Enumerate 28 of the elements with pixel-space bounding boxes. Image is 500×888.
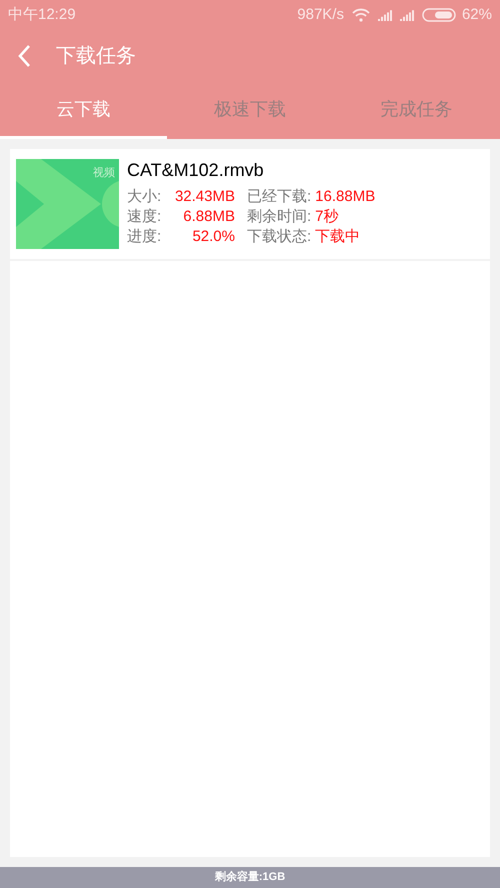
info-value: 7秒 bbox=[315, 207, 339, 227]
info-label: 进度: bbox=[127, 227, 162, 247]
task-card[interactable]: 视频 CAT&M102.rmvb 大小: 32.43MB 已经下载: 16.88MB 速度: 6.88MB 剩余时间: 7秒 进度: 52.0% 下载状态: 下载中 bbox=[10, 149, 490, 259]
back-icon bbox=[17, 44, 31, 68]
info-label: 下载状态: bbox=[247, 227, 312, 247]
status-time: 中午12:29 bbox=[8, 4, 76, 25]
info-value: 6.88MB bbox=[183, 207, 235, 227]
thumbnail-label: 视频 bbox=[93, 166, 115, 181]
signal-icon bbox=[400, 9, 416, 21]
page-title: 下载任务 bbox=[56, 44, 136, 69]
info-value: 52.0% bbox=[192, 227, 235, 247]
tab[interactable]: 完成任务 bbox=[333, 82, 500, 139]
file-name: CAT&M102.rmvb bbox=[127, 159, 265, 181]
tab[interactable]: 云下载 bbox=[0, 82, 167, 139]
remaining-capacity: 剩余容量:1GB bbox=[214, 870, 286, 886]
info-label: 已经下载: bbox=[247, 187, 312, 207]
info-value: 下载中 bbox=[315, 227, 360, 247]
info-label: 速度: bbox=[127, 207, 162, 227]
info-label: 剩余时间: bbox=[247, 207, 312, 227]
info-value: 16.88MB bbox=[315, 187, 376, 207]
battery-icon bbox=[422, 8, 458, 22]
tab[interactable]: 极速下载 bbox=[166, 82, 334, 139]
signal-icon bbox=[378, 9, 394, 21]
info-label: 大小: bbox=[127, 187, 162, 207]
battery-level: 62% bbox=[462, 4, 492, 25]
wifi-icon bbox=[352, 8, 370, 22]
network-speed: 987K/s bbox=[297, 4, 344, 25]
info-value: 32.43MB bbox=[174, 187, 235, 207]
